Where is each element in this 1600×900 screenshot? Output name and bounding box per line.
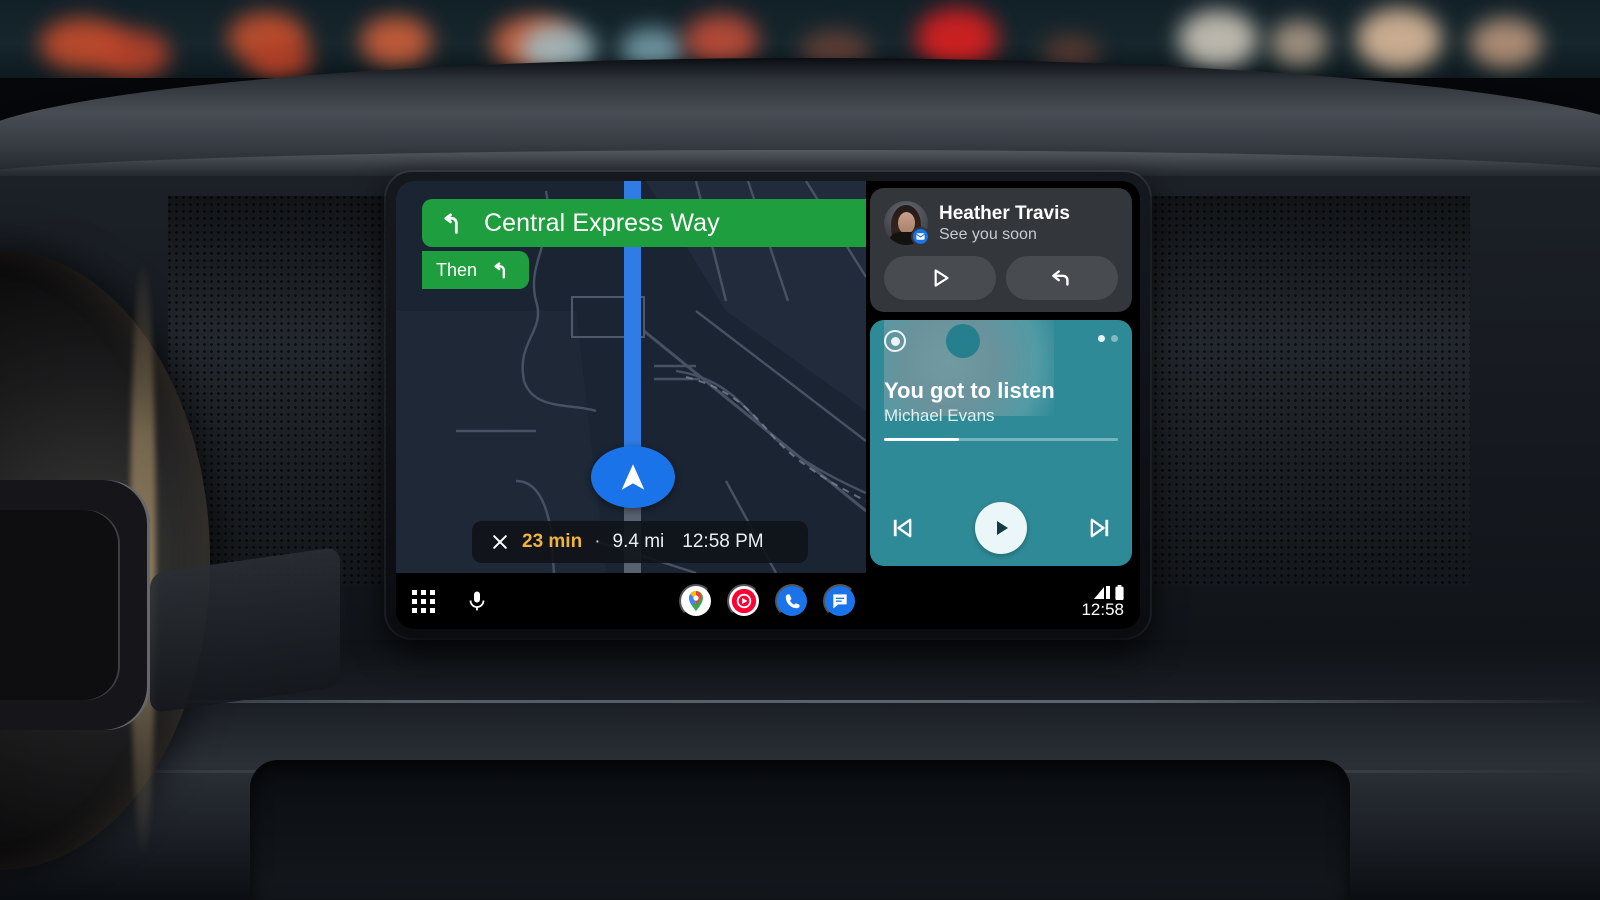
taskbar-status-group: 12:58 <box>1081 584 1124 619</box>
media-metadata: You got to listen Michael Evans <box>884 378 1118 441</box>
phone-icon <box>785 593 800 608</box>
eta-distance: 9.4 mi <box>612 531 665 552</box>
messages-icon <box>911 227 930 246</box>
maps-app[interactable] <box>679 584 713 618</box>
taskbar-app-icons <box>679 584 857 618</box>
position-marker <box>591 446 675 508</box>
grid-icon <box>412 589 435 613</box>
microphone-icon <box>469 591 485 611</box>
messages-app[interactable] <box>823 584 857 618</box>
page-dot-active <box>1098 335 1105 342</box>
next-track-button[interactable] <box>1086 514 1114 542</box>
media-controls <box>884 502 1118 554</box>
skip-next-icon <box>1090 518 1109 538</box>
map-pane[interactable]: Central Express Way Then 23 min · 9.4 mi… <box>396 181 866 573</box>
android-auto-display: Central Express Way Then 23 min · 9.4 mi… <box>396 181 1140 629</box>
media-progress-bar[interactable] <box>884 438 1118 441</box>
battery-icon <box>1115 584 1124 600</box>
google-maps-icon <box>689 591 703 611</box>
center-console-well <box>250 760 1350 900</box>
bokeh-light <box>1178 10 1258 68</box>
navigation-banner: Central Express Way <box>422 199 866 247</box>
play-button[interactable] <box>975 502 1027 554</box>
notification-message: See you soon <box>939 225 1037 243</box>
youtube-music-icon <box>884 330 906 352</box>
turn-left-arrow-icon <box>494 262 506 279</box>
notification-actions <box>884 256 1118 300</box>
right-card-column: Heather Travis See you soon You got to l… <box>866 181 1140 573</box>
notification-sender: Heather Travis <box>939 202 1070 224</box>
avatar <box>884 201 930 246</box>
navigation-arrow-icon <box>621 464 645 490</box>
steering-column-shroud <box>150 546 340 714</box>
media-player-card[interactable]: You got to listen Michael Evans <box>870 320 1132 566</box>
bokeh-light <box>250 38 312 78</box>
play-message-button[interactable] <box>884 256 996 300</box>
taskbar: 12:58 <box>396 573 1140 629</box>
steering-wheel-spoke-inner <box>0 510 120 700</box>
reply-button[interactable] <box>1006 256 1118 300</box>
youtube-music-icon-center <box>890 336 900 346</box>
eta-duration: 23 min <box>522 531 583 552</box>
next-maneuver-chip: Then <box>422 251 530 289</box>
notification-header: Heather Travis See you soon <box>884 201 1118 246</box>
youtube-music-icon <box>731 588 757 614</box>
eta-separator: · <box>594 531 601 552</box>
then-label: Then <box>436 259 478 280</box>
eta-arrival-time: 12:58 PM <box>682 531 764 552</box>
bokeh-light <box>1356 8 1442 70</box>
screen-body: Central Express Way Then 23 min · 9.4 mi… <box>396 181 1140 573</box>
turn-left-arrow-icon <box>444 213 458 234</box>
assistant-mic-button[interactable] <box>465 589 489 613</box>
navigation-street-name: Central Express Way <box>484 208 720 237</box>
bokeh-light <box>1270 20 1328 66</box>
phone-app[interactable] <box>775 584 809 618</box>
previous-track-button[interactable] <box>888 514 916 542</box>
youtube-music-app[interactable] <box>727 584 761 618</box>
speaker-grille-right <box>1140 196 1470 586</box>
reply-arrow-icon <box>1052 270 1069 286</box>
page-dot <box>1111 335 1118 342</box>
signal-bars-icon <box>1094 585 1110 599</box>
status-icons <box>1093 584 1124 600</box>
taskbar-left-group <box>412 589 489 613</box>
messages-icon <box>833 594 847 609</box>
close-icon[interactable] <box>490 532 510 552</box>
media-artist: Michael Evans <box>884 406 995 425</box>
eta-bar: 23 min · 9.4 mi 12:58 PM <box>472 521 808 563</box>
bokeh-light <box>360 16 432 66</box>
message-notification-card[interactable]: Heather Travis See you soon <box>870 188 1132 312</box>
taskbar-clock: 12:58 <box>1081 599 1124 619</box>
bokeh-light <box>1470 18 1542 68</box>
media-progress-fill <box>884 438 959 441</box>
media-title: You got to listen <box>884 378 1055 403</box>
notification-text: Heather Travis See you soon <box>939 203 1070 244</box>
bokeh-light <box>96 30 170 78</box>
play-icon <box>934 269 949 287</box>
app-grid-button[interactable] <box>412 589 435 613</box>
skip-previous-icon <box>893 518 912 538</box>
grille-shading <box>1140 196 1470 586</box>
play-icon <box>997 521 1008 535</box>
page-indicator-dots <box>1098 330 1118 342</box>
media-top-row <box>884 330 1118 352</box>
